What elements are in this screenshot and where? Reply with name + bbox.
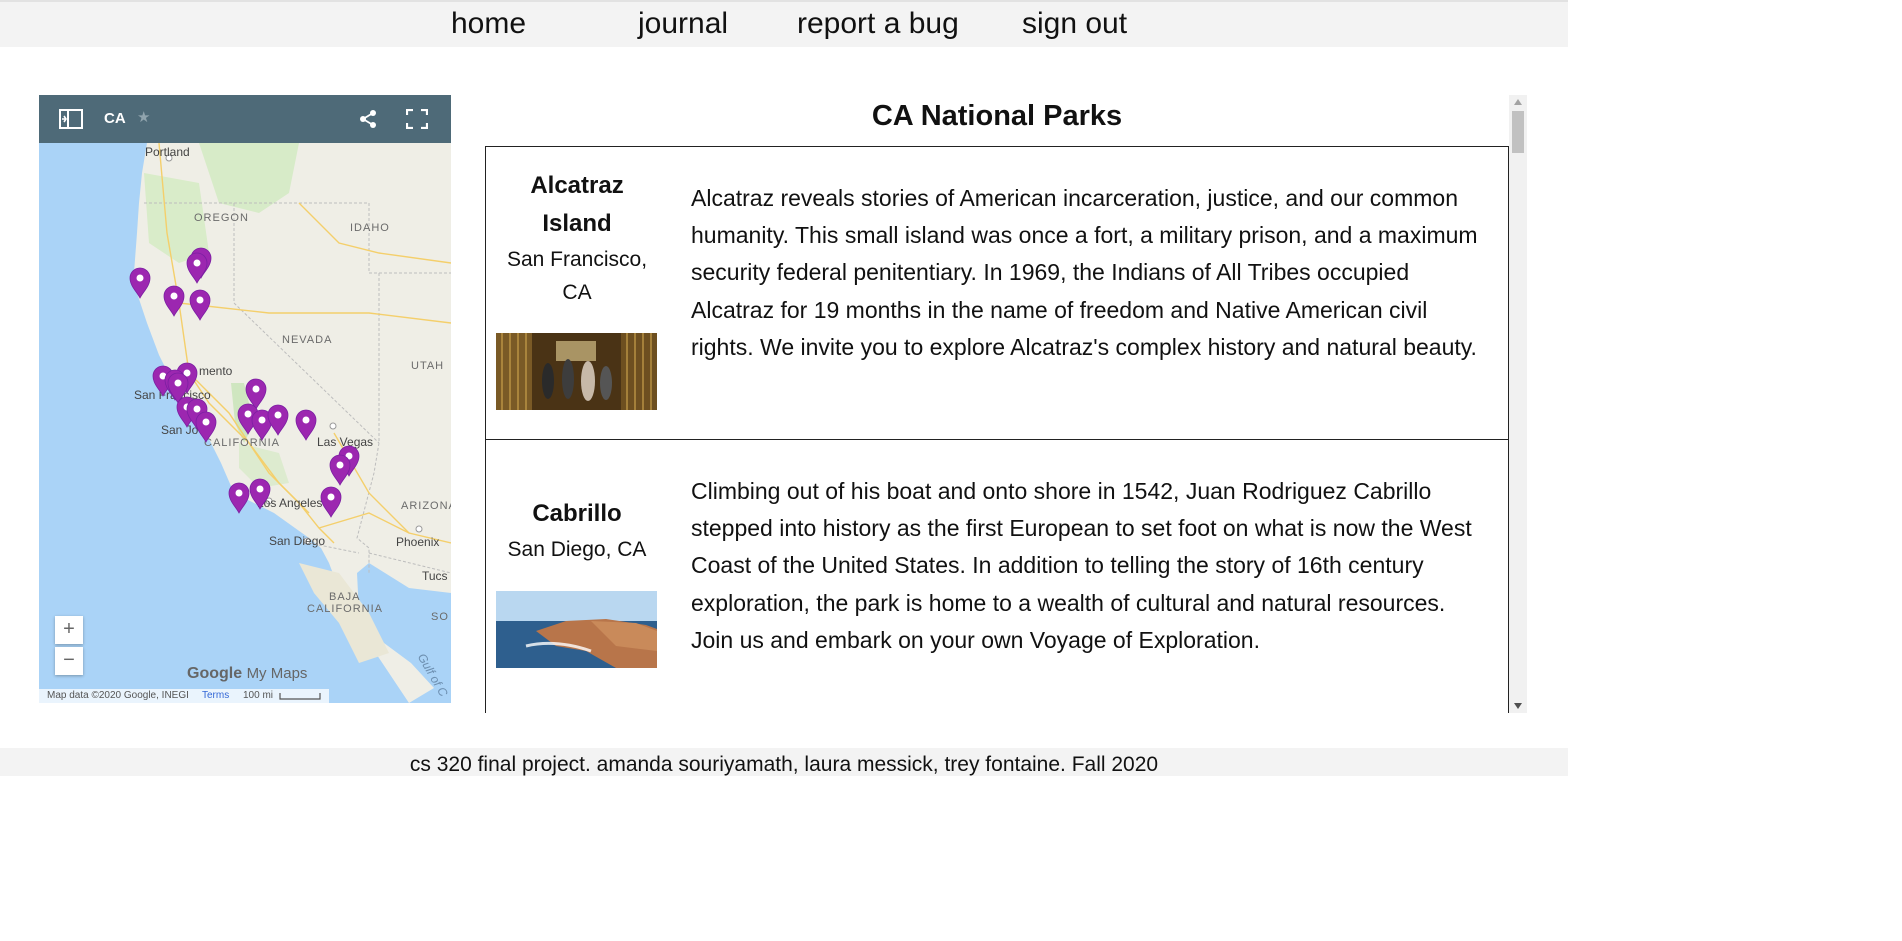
map-canvas[interactable]: Portland OREGON IDAHO NEVADA UTAH mento … bbox=[39, 143, 451, 703]
parks-panel[interactable]: CA National Parks Alcatraz Island San Fr… bbox=[485, 95, 1527, 713]
map-terms-link[interactable]: Terms bbox=[202, 690, 229, 701]
zoom-in-button[interactable]: + bbox=[55, 616, 83, 644]
map-markers bbox=[129, 247, 360, 518]
park-row: Cabrillo San Diego, CA Climbing out of h… bbox=[486, 440, 1508, 713]
page-title: CA National Parks bbox=[871, 100, 1123, 132]
zoom-out-button[interactable]: − bbox=[55, 647, 83, 675]
fullscreen-icon[interactable] bbox=[405, 108, 429, 134]
park-name-cell: Alcatraz Island San Francisco, CA bbox=[486, 167, 668, 309]
map-pin-icon[interactable] bbox=[195, 411, 217, 443]
share-icon[interactable] bbox=[358, 109, 378, 134]
park-row: Alcatraz Island San Francisco, CA Alcatr… bbox=[486, 147, 1508, 440]
map-pin-icon[interactable] bbox=[267, 404, 289, 436]
map-pin-icon[interactable] bbox=[186, 252, 208, 284]
top-nav: home journal report a bug sign out bbox=[0, 0, 1568, 47]
my-maps-text: My Maps bbox=[246, 665, 308, 682]
scroll-up-arrow-icon[interactable] bbox=[1514, 99, 1522, 105]
park-name-cell: Cabrillo San Diego, CA bbox=[486, 495, 668, 566]
map-legend-toggle-icon[interactable] bbox=[59, 109, 83, 134]
park-description: Climbing out of his boat and onto shore … bbox=[691, 478, 1472, 653]
parks-table: Alcatraz Island San Francisco, CA Alcatr… bbox=[485, 146, 1509, 713]
map-pin-icon[interactable] bbox=[329, 454, 351, 486]
nav-home-link[interactable]: home bbox=[451, 7, 526, 41]
nav-report-bug-link[interactable]: report a bug bbox=[797, 7, 959, 41]
park-location: San Francisco, CA bbox=[506, 248, 648, 304]
map-scale-bar bbox=[279, 693, 321, 700]
scrollbar-thumb[interactable] bbox=[1512, 111, 1524, 153]
google-my-maps-logo: Google My Maps bbox=[187, 665, 307, 683]
park-photo bbox=[496, 591, 657, 668]
park-photo bbox=[496, 333, 657, 410]
embedded-map[interactable]: CA ★ Portland OREGON IDAHO NEVADA UTAH m… bbox=[39, 95, 451, 703]
map-data-credit: Map data ©2020 Google, INEGI bbox=[47, 690, 189, 701]
map-attribution: Map data ©2020 Google, INEGI Terms 100 m… bbox=[39, 689, 329, 703]
map-pin-icon[interactable] bbox=[228, 482, 250, 514]
map-pin-icon[interactable] bbox=[163, 285, 185, 317]
map-pin-icon[interactable] bbox=[249, 478, 271, 510]
star-icon[interactable]: ★ bbox=[137, 108, 150, 126]
map-pin-icon[interactable] bbox=[295, 409, 317, 441]
map-pin-icon[interactable] bbox=[320, 486, 342, 518]
google-logo-text: Google bbox=[187, 665, 243, 682]
map-title: CA bbox=[104, 110, 126, 127]
map-pin-icon[interactable] bbox=[129, 267, 151, 299]
parks-scrollbar[interactable] bbox=[1509, 95, 1527, 713]
map-scale-label: 100 mi bbox=[243, 690, 274, 701]
park-location: San Diego, CA bbox=[507, 538, 647, 561]
nav-sign-out-link[interactable]: sign out bbox=[1022, 7, 1127, 41]
map-pin-icon[interactable] bbox=[189, 289, 211, 321]
park-name: Alcatraz Island bbox=[530, 172, 624, 237]
scroll-down-arrow-icon[interactable] bbox=[1514, 703, 1522, 709]
map-header: CA ★ bbox=[39, 95, 451, 143]
park-name: Cabrillo bbox=[532, 500, 622, 527]
footer: cs 320 final project. amanda souriyamath… bbox=[0, 748, 1568, 776]
park-description: Alcatraz reveals stories of American inc… bbox=[691, 185, 1478, 360]
nav-journal-link[interactable]: journal bbox=[638, 7, 728, 41]
